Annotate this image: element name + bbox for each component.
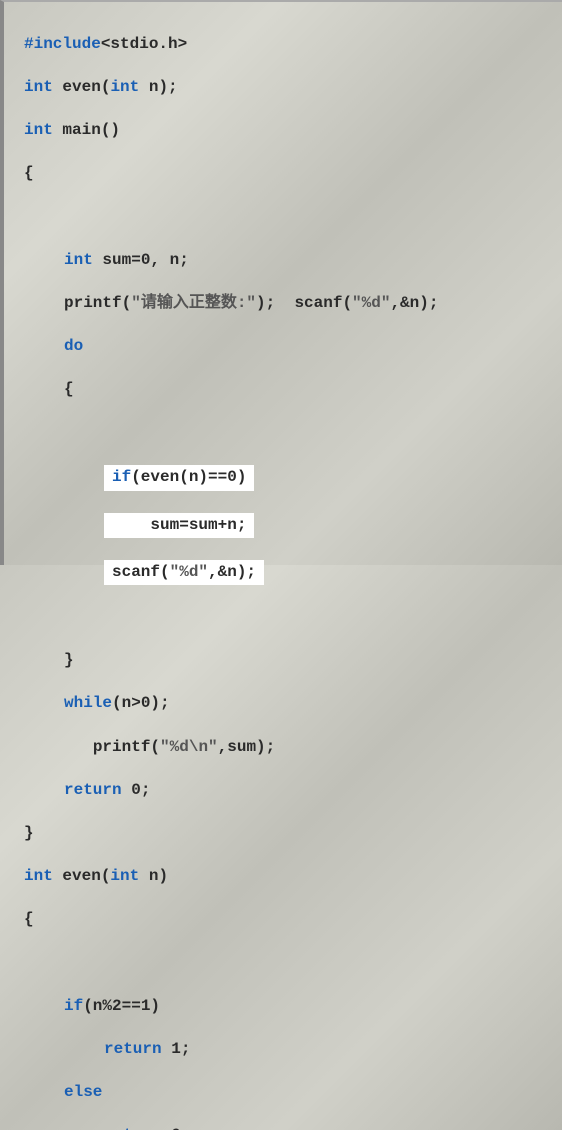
code-line-5: int sum=0, n; xyxy=(24,250,542,272)
highlighted-block: sum=sum+n; xyxy=(104,513,254,539)
code-line-19: if(n%2==1) xyxy=(24,996,542,1018)
keyword-int: int xyxy=(64,251,93,269)
code-line-20: return 1; xyxy=(24,1039,542,1061)
code-line-22: return 0; xyxy=(24,1125,542,1130)
code-line-16: } xyxy=(24,823,542,845)
keyword-if: if xyxy=(112,468,131,486)
code-line-8: { xyxy=(24,379,542,401)
function-main: main xyxy=(62,121,100,139)
brace-close: } xyxy=(24,824,34,842)
code-line-18: { xyxy=(24,909,542,931)
code-line-7: do xyxy=(24,336,542,358)
keyword-return: return xyxy=(64,781,122,799)
blank-line xyxy=(24,422,542,444)
keyword-do: do xyxy=(64,337,83,355)
brace-open: { xyxy=(24,164,34,182)
keyword-return: return xyxy=(104,1126,162,1130)
brace-close: } xyxy=(64,651,74,669)
code-line-3: int main() xyxy=(24,120,542,142)
keyword-while: while xyxy=(64,694,112,712)
highlighted-block: scanf("%d",&n); xyxy=(104,560,264,586)
brace-open: { xyxy=(64,380,74,398)
code-line-4: { xyxy=(24,163,542,185)
keyword-return: return xyxy=(104,1040,162,1058)
keyword-int: int xyxy=(110,867,139,885)
keyword-int: int xyxy=(110,78,139,96)
keyword-int: int xyxy=(24,867,53,885)
code-line-1: #include<stdio.h> xyxy=(24,34,542,56)
code-line-11: scanf("%d",&n); xyxy=(24,560,542,586)
code-line-15: return 0; xyxy=(24,780,542,802)
code-line-10: sum=sum+n; xyxy=(24,513,542,539)
keyword-else: else xyxy=(64,1083,102,1101)
code-line-14: printf("%d\n",sum); xyxy=(24,737,542,759)
code-line-12: } xyxy=(24,650,542,672)
code-line-13: while(n>0); xyxy=(24,693,542,715)
brace-open: { xyxy=(24,910,34,928)
keyword-if: if xyxy=(64,997,83,1015)
keyword-int: int xyxy=(24,121,53,139)
header-name: <stdio.h> xyxy=(101,35,187,53)
code-line-21: else xyxy=(24,1082,542,1104)
code-line-9: if(even(n)==0) xyxy=(24,465,542,491)
blank-line xyxy=(24,206,542,228)
blank-line xyxy=(24,953,542,975)
code-line-17: int even(int n) xyxy=(24,866,542,888)
code-editor-view: #include<stdio.h> int even(int n); int m… xyxy=(24,12,542,1130)
function-name: even xyxy=(62,78,100,96)
code-line-2: int even(int n); xyxy=(24,77,542,99)
highlighted-block: if(even(n)==0) xyxy=(104,465,254,491)
code-line-6: printf("请输入正整数:"); scanf("%d",&n); xyxy=(24,293,542,315)
keyword-int: int xyxy=(24,78,53,96)
preprocessor-directive: #include xyxy=(24,35,101,53)
blank-line xyxy=(24,607,542,629)
